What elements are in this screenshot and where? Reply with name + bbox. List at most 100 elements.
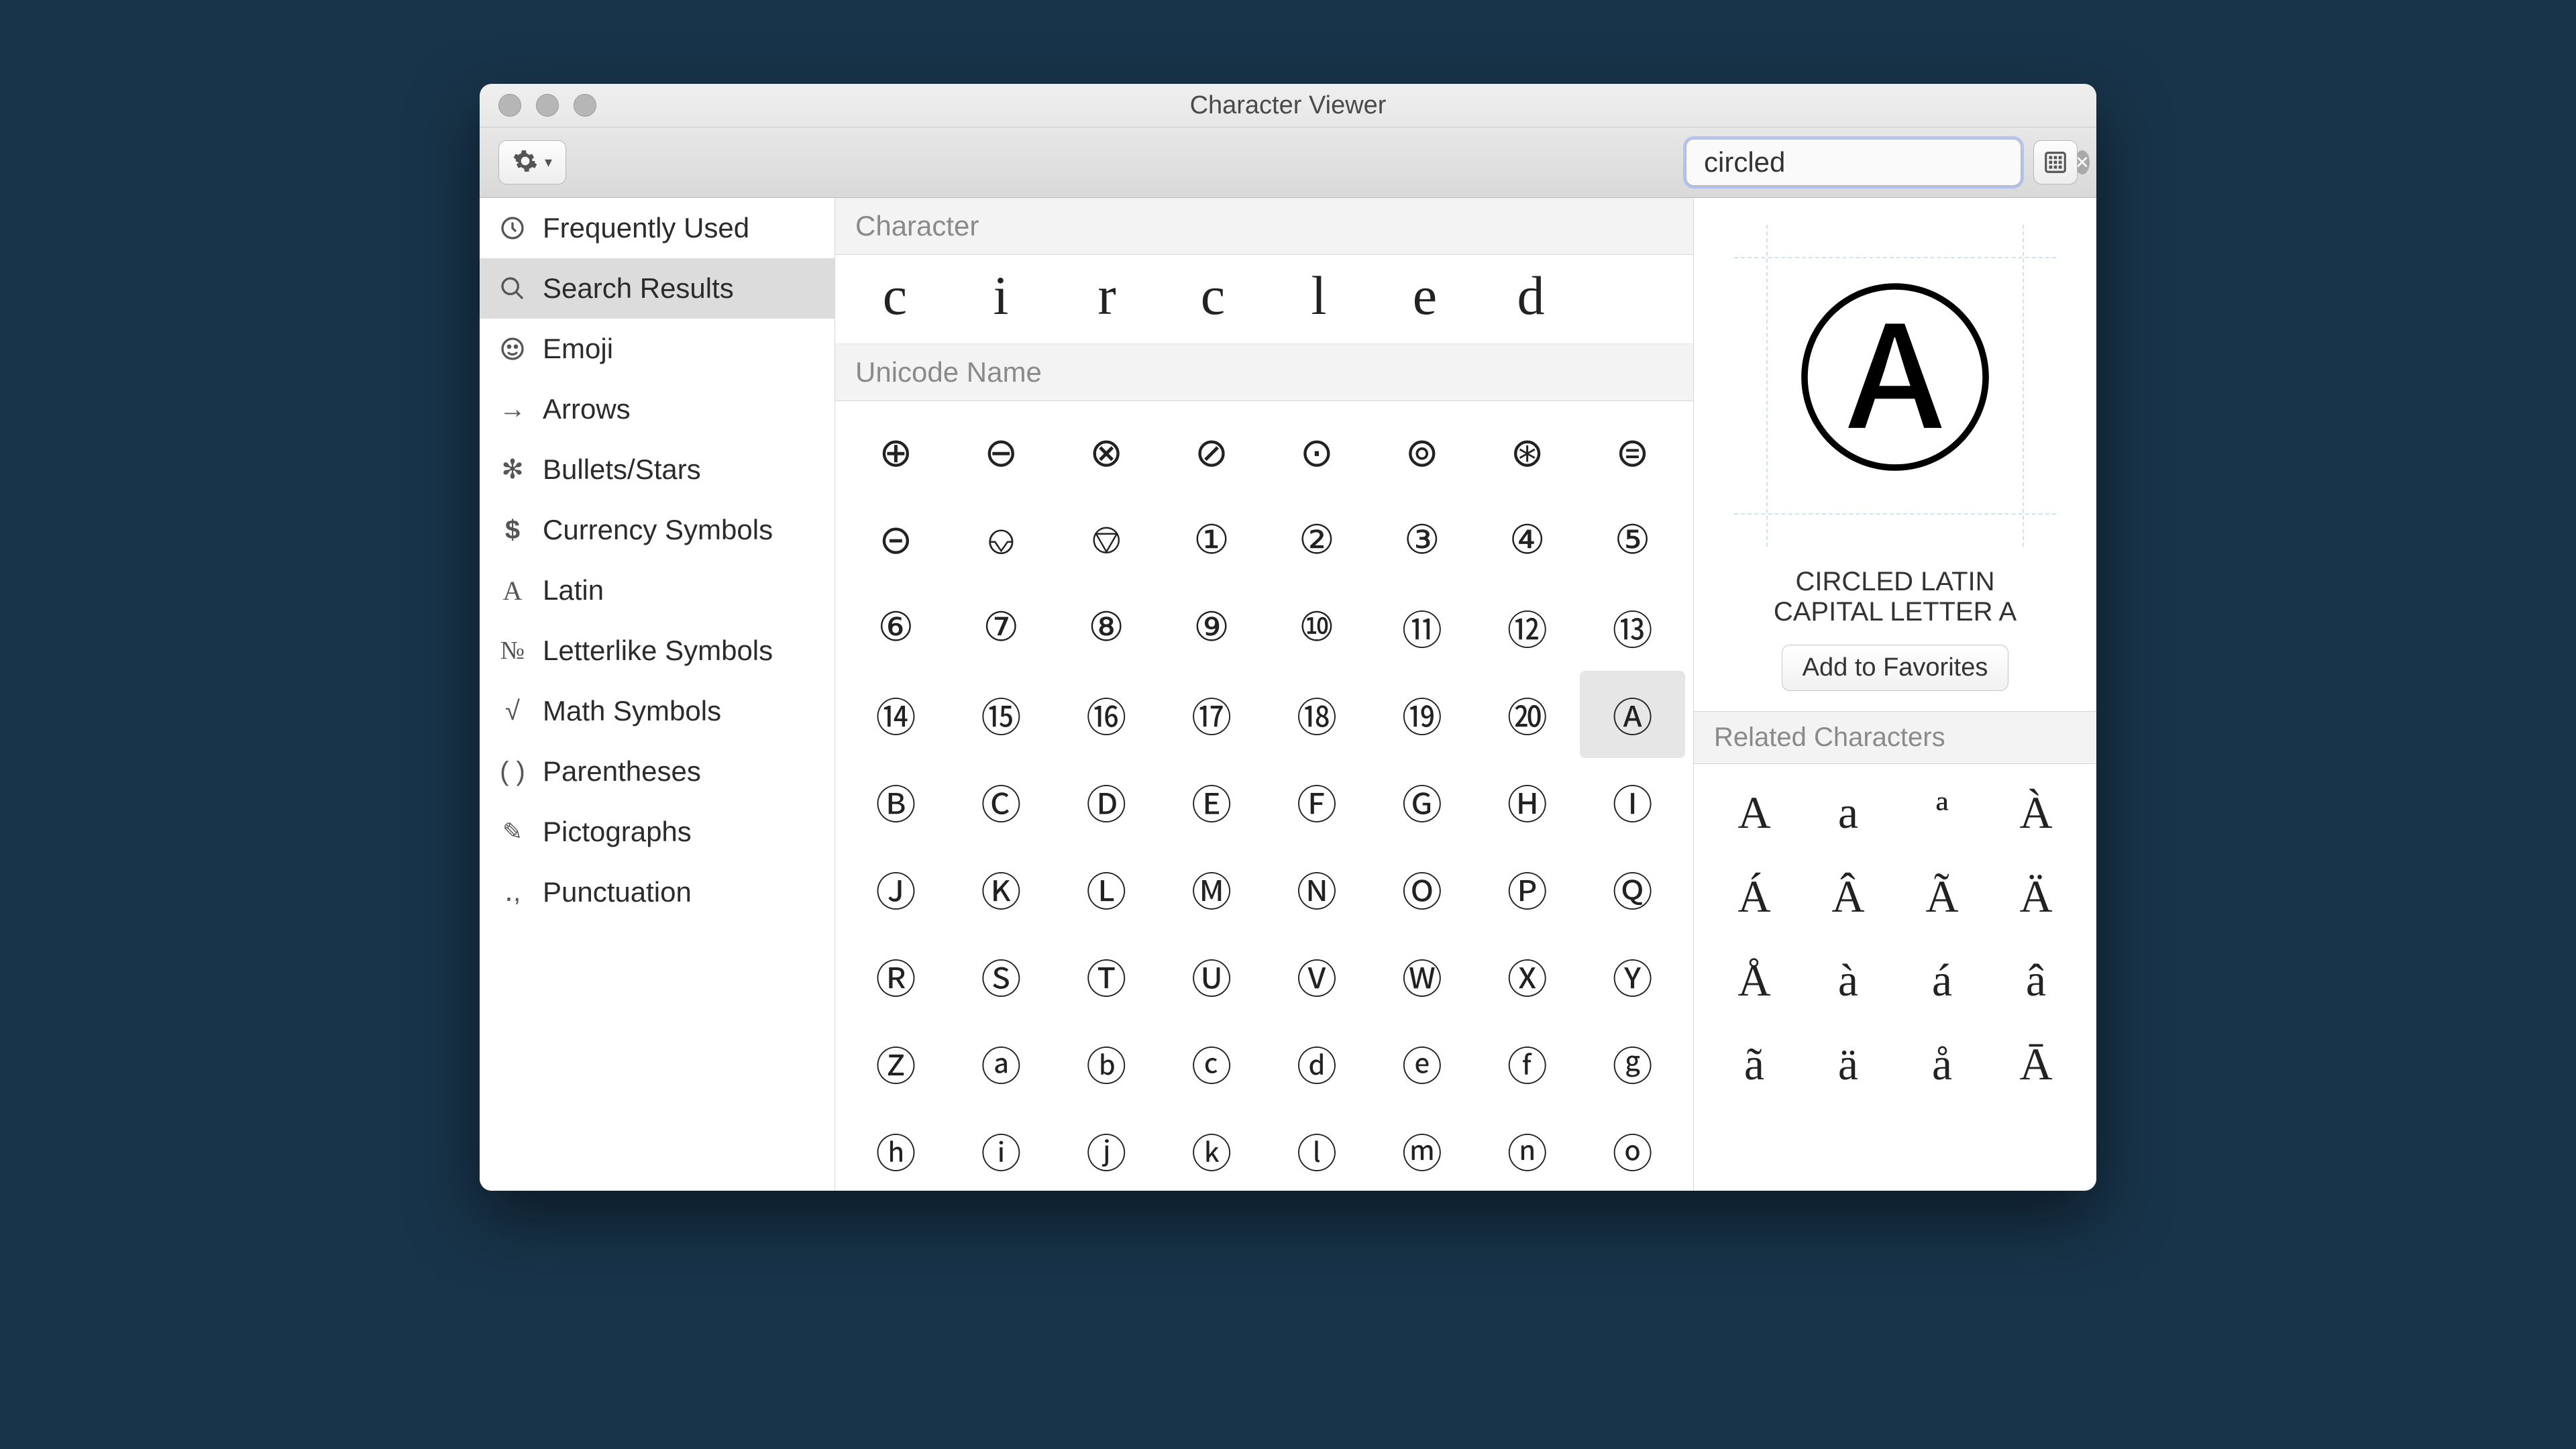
glyph-cell[interactable]: ⓘ [949, 1107, 1054, 1191]
glyph-cell[interactable]: ⑰ [1159, 671, 1265, 758]
glyph-cell[interactable]: ⓒ [1159, 1020, 1265, 1107]
glyph-cell[interactable]: Ⓙ [843, 845, 949, 932]
glyph-cell[interactable]: ⑱ [1265, 671, 1370, 758]
sidebar-item-search-results[interactable]: Search Results [480, 258, 835, 319]
glyph-cell[interactable]: Ⓠ [1580, 845, 1685, 932]
glyph-cell[interactable]: ⓚ [1159, 1107, 1265, 1191]
glyph-cell[interactable]: ⑯ [1054, 671, 1159, 758]
glyph-cell[interactable]: Ⓩ [843, 1020, 949, 1107]
glyph-cell[interactable]: ⑨ [1159, 584, 1265, 671]
zoom-button[interactable] [574, 94, 596, 117]
sidebar-item-bullets-stars[interactable]: ✻Bullets/Stars [480, 439, 835, 500]
glyph-cell[interactable]: ⊗ [1054, 409, 1159, 496]
glyph-cell[interactable]: ⓐ [949, 1020, 1054, 1107]
glyph-cell[interactable]: ⊚ [1369, 409, 1474, 496]
glyph-cell[interactable]: ⑬ [1580, 584, 1685, 671]
glyph-cell[interactable]: Ⓟ [1474, 845, 1580, 932]
glyph-cell[interactable]: Ⓥ [1265, 932, 1370, 1020]
sidebar-item-emoji[interactable]: Emoji [480, 319, 835, 379]
glyph-cell[interactable]: ① [1159, 496, 1265, 584]
glyph-cell[interactable]: ⓛ [1265, 1107, 1370, 1191]
glyph-cell[interactable]: ⑪ [1369, 584, 1474, 671]
glyph-cell[interactable]: Ⓝ [1265, 845, 1370, 932]
glyph-cell[interactable]: Ⓢ [949, 932, 1054, 1020]
glyph-cell[interactable]: Ⓘ [1580, 758, 1685, 845]
glyph-cell[interactable]: ⓑ [1054, 1020, 1159, 1107]
glyph-cell[interactable]: ⑲ [1369, 671, 1474, 758]
glyph-cell[interactable]: ⊙ [1265, 409, 1370, 496]
related-char[interactable]: ä [1801, 1022, 1895, 1106]
glyph-cell[interactable]: ⑦ [949, 584, 1054, 671]
glyph-cell[interactable]: ⊘ [1159, 409, 1265, 496]
glyph-cell[interactable]: Ⓒ [949, 758, 1054, 845]
glyph-cell[interactable]: Ⓚ [949, 845, 1054, 932]
related-char[interactable]: A [1707, 771, 1801, 855]
glyph-cell[interactable]: ⑩ [1265, 584, 1370, 671]
sidebar-item-currency-symbols[interactable]: $Currency Symbols [480, 500, 835, 560]
glyph-cell[interactable]: Ⓓ [1054, 758, 1159, 845]
options-menu-button[interactable]: ▾ [498, 140, 566, 184]
glyph-cell[interactable]: ⊖ [949, 409, 1054, 496]
glyph-cell[interactable]: Ⓜ [1159, 845, 1265, 932]
glyph-cell[interactable]: Ⓦ [1369, 932, 1474, 1020]
glyph-cell[interactable]: ⓖ [1580, 1020, 1685, 1107]
glyph-cell[interactable]: Ⓧ [1474, 932, 1580, 1020]
related-char[interactable]: Ä [1989, 855, 2083, 938]
related-char[interactable]: Å [1707, 938, 1801, 1022]
glyph-cell[interactable]: Ⓖ [1369, 758, 1474, 845]
glyph-cell[interactable]: Ⓕ [1265, 758, 1370, 845]
related-char[interactable]: á [1895, 938, 1989, 1022]
glyph-cell[interactable]: Ⓞ [1369, 845, 1474, 932]
glyph-cell[interactable]: ⑤ [1580, 496, 1685, 584]
glyph-cell[interactable]: Ⓑ [843, 758, 949, 845]
glyph-cell[interactable]: Ⓣ [1054, 932, 1159, 1020]
query-char[interactable]: d [1478, 268, 1584, 323]
glyph-cell[interactable]: ⓝ [1474, 1107, 1580, 1191]
related-char[interactable]: å [1895, 1022, 1989, 1106]
collapse-button[interactable] [2033, 140, 2078, 184]
glyph-cell[interactable]: Ⓐ [1580, 671, 1685, 758]
glyph-cell[interactable]: ⓙ [1054, 1107, 1159, 1191]
glyph-cell[interactable]: Ⓡ [843, 932, 949, 1020]
related-char[interactable]: Ã [1895, 855, 1989, 938]
glyph-cell[interactable]: Ⓔ [1159, 758, 1265, 845]
related-char[interactable]: ª [1895, 771, 1989, 855]
search-field[interactable]: ✕ [1686, 139, 2021, 186]
glyph-cell[interactable]: Ⓗ [1474, 758, 1580, 845]
query-char[interactable]: i [948, 268, 1054, 323]
glyph-cell[interactable]: ⓜ [1369, 1107, 1474, 1191]
related-char[interactable]: Á [1707, 855, 1801, 938]
close-button[interactable] [498, 94, 521, 117]
glyph-cell[interactable]: ⓞ [1580, 1107, 1685, 1191]
glyph-cell[interactable]: ⎊ [1054, 496, 1159, 584]
glyph-cell[interactable]: ⑥ [843, 584, 949, 671]
glyph-cell[interactable]: ③ [1369, 496, 1474, 584]
glyph-cell[interactable]: ⊛ [1474, 409, 1580, 496]
sidebar-item-arrows[interactable]: →Arrows [480, 379, 835, 439]
sidebar-item-punctuation[interactable]: ․,Punctuation [480, 862, 835, 922]
glyph-cell[interactable]: ⑭ [843, 671, 949, 758]
glyph-cell[interactable]: ⓓ [1265, 1020, 1370, 1107]
sidebar-item-letterlike-symbols[interactable]: №Letterlike Symbols [480, 621, 835, 681]
related-char[interactable]: À [1989, 771, 2083, 855]
query-char[interactable]: e [1372, 268, 1478, 323]
glyph-cell[interactable]: ⊜ [1580, 409, 1685, 496]
related-char[interactable]: à [1801, 938, 1895, 1022]
query-char[interactable]: l [1266, 268, 1372, 323]
query-char[interactable]: c [1160, 268, 1266, 323]
related-char[interactable]: ã [1707, 1022, 1801, 1106]
glyph-cell[interactable]: ④ [1474, 496, 1580, 584]
glyph-cell[interactable]: ⑧ [1054, 584, 1159, 671]
glyph-cell[interactable]: ⑫ [1474, 584, 1580, 671]
sidebar-item-frequently-used[interactable]: Frequently Used [480, 198, 835, 258]
glyph-cell[interactable]: ⑳ [1474, 671, 1580, 758]
glyph-cell[interactable]: ⑮ [949, 671, 1054, 758]
glyph-cell[interactable]: ⓔ [1369, 1020, 1474, 1107]
sidebar-item-parentheses[interactable]: ( )Parentheses [480, 741, 835, 802]
query-char[interactable]: c [842, 268, 948, 323]
related-char[interactable]: Â [1801, 855, 1895, 938]
query-char[interactable]: r [1054, 268, 1160, 323]
related-char[interactable]: a [1801, 771, 1895, 855]
glyph-cell[interactable]: ⊝ [843, 496, 949, 584]
glyph-cell[interactable]: ⊕ [843, 409, 949, 496]
